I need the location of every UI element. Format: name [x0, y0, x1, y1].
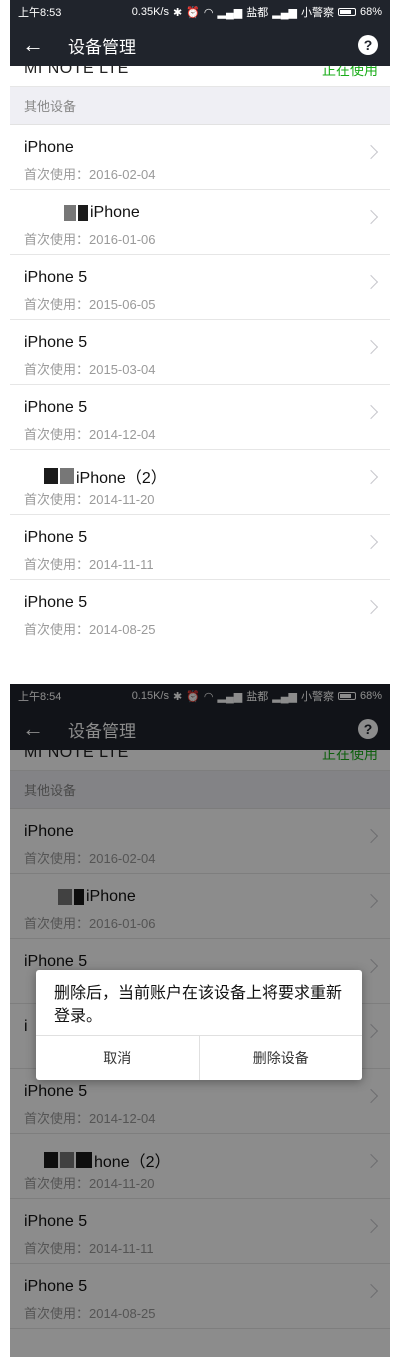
device-first-used: 首次使用：2014-11-20 — [24, 492, 155, 507]
screenshot-1: 上午8:53 0.35K/s ✱ ⏰ ◠ ▂▄▆ 盐都 ▂▄▆ 小警察 68% … — [10, 0, 390, 640]
chevron-right-icon — [363, 404, 379, 420]
current-device-status: 正在使用 — [322, 66, 378, 78]
device-row[interactable]: iPhone 5 首次使用：2014-08-25 — [10, 580, 390, 640]
delete-confirm-dialog: 删除后，当前账户在该设备上将要求重新登录。 取消 删除设备 — [36, 970, 362, 1080]
dialog-buttons: 取消 删除设备 — [36, 1035, 362, 1080]
battery-level: 68% — [359, 6, 382, 18]
alarm-icon: ⏰ — [186, 6, 200, 19]
device-row[interactable]: iPhone 首次使用：2016-01-06 — [10, 190, 390, 255]
device-row[interactable]: iPhone 5 首次使用：2014-12-04 — [10, 385, 390, 450]
device-name: iPhone — [90, 204, 140, 221]
redacted-block — [64, 205, 76, 221]
signal-icon: ▂▄▆ — [272, 6, 297, 19]
device-name: iPhone 5 — [24, 334, 88, 351]
device-row[interactable]: iPhone 5 首次使用：2014-11-11 — [10, 515, 390, 580]
device-first-used: 首次使用：2015-06-05 — [24, 297, 156, 312]
device-first-used: 首次使用：2016-02-04 — [24, 167, 156, 182]
chevron-right-icon — [363, 209, 379, 225]
device-first-used: 首次使用：2014-08-25 — [24, 622, 156, 637]
bluetooth-icon: ✱ — [173, 6, 183, 19]
device-name: iPhone 5 — [24, 399, 88, 416]
carrier-2: 小警察 — [300, 7, 334, 19]
device-row[interactable]: iPhone 5 首次使用：2015-03-04 — [10, 320, 390, 385]
device-name: iPhone 5 — [24, 594, 88, 611]
chevron-right-icon — [363, 144, 379, 160]
device-name: iPhone（2） — [76, 470, 167, 487]
section-header: 其他设备 — [10, 87, 390, 125]
device-first-used: 首次使用：2016-01-06 — [24, 232, 156, 247]
device-first-used: 首次使用：2015-03-04 — [24, 362, 156, 377]
battery-icon — [337, 8, 356, 16]
device-name: iPhone — [24, 139, 74, 156]
screenshot-2: 上午8:54 0.15K/s ✱ ⏰ ◠ ▂▄▆ 盐都 ▂▄▆ 小警察 68% … — [10, 684, 390, 1357]
redacted-block — [60, 468, 74, 484]
dialog-message: 删除后，当前账户在该设备上将要求重新登录。 — [54, 985, 343, 1025]
redacted-block — [78, 205, 88, 221]
wifi-icon: ◠ — [203, 6, 214, 19]
title-bar: ← 设备管理 ? — [10, 24, 390, 66]
redacted-block — [44, 468, 58, 484]
cancel-button[interactable]: 取消 — [36, 1036, 199, 1080]
device-row[interactable]: iPhone 首次使用：2016-02-04 — [10, 125, 390, 190]
chevron-right-icon — [363, 274, 379, 290]
network-speed: 0.35K/s — [131, 6, 169, 18]
device-name: iPhone 5 — [24, 269, 88, 286]
device-first-used: 首次使用：2014-11-11 — [24, 557, 154, 572]
chevron-right-icon — [363, 339, 379, 355]
device-row[interactable]: iPhone 5 首次使用：2015-06-05 — [10, 255, 390, 320]
device-first-used: 首次使用：2014-12-04 — [24, 427, 156, 442]
chevron-right-icon — [363, 469, 379, 485]
device-row[interactable]: iPhone（2） 首次使用：2014-11-20 — [10, 450, 390, 515]
help-icon[interactable]: ? — [358, 35, 378, 55]
page-title: 设备管理 — [68, 37, 136, 57]
status-time: 上午8:53 — [18, 7, 62, 19]
status-bar: 上午8:53 0.35K/s ✱ ⏰ ◠ ▂▄▆ 盐都 ▂▄▆ 小警察 68% — [10, 0, 390, 24]
chevron-right-icon — [363, 534, 379, 550]
chevron-right-icon — [363, 599, 379, 615]
carrier-1: 盐都 — [246, 7, 269, 19]
current-device-row: MI NOTE LTE 正在使用 — [10, 66, 390, 87]
current-device-name: MI NOTE LTE — [24, 66, 129, 77]
device-name: iPhone 5 — [24, 529, 88, 546]
signal-icon: ▂▄▆ — [217, 6, 243, 19]
delete-device-button[interactable]: 删除设备 — [198, 1036, 363, 1080]
back-arrow-icon[interactable]: ← — [22, 34, 50, 56]
